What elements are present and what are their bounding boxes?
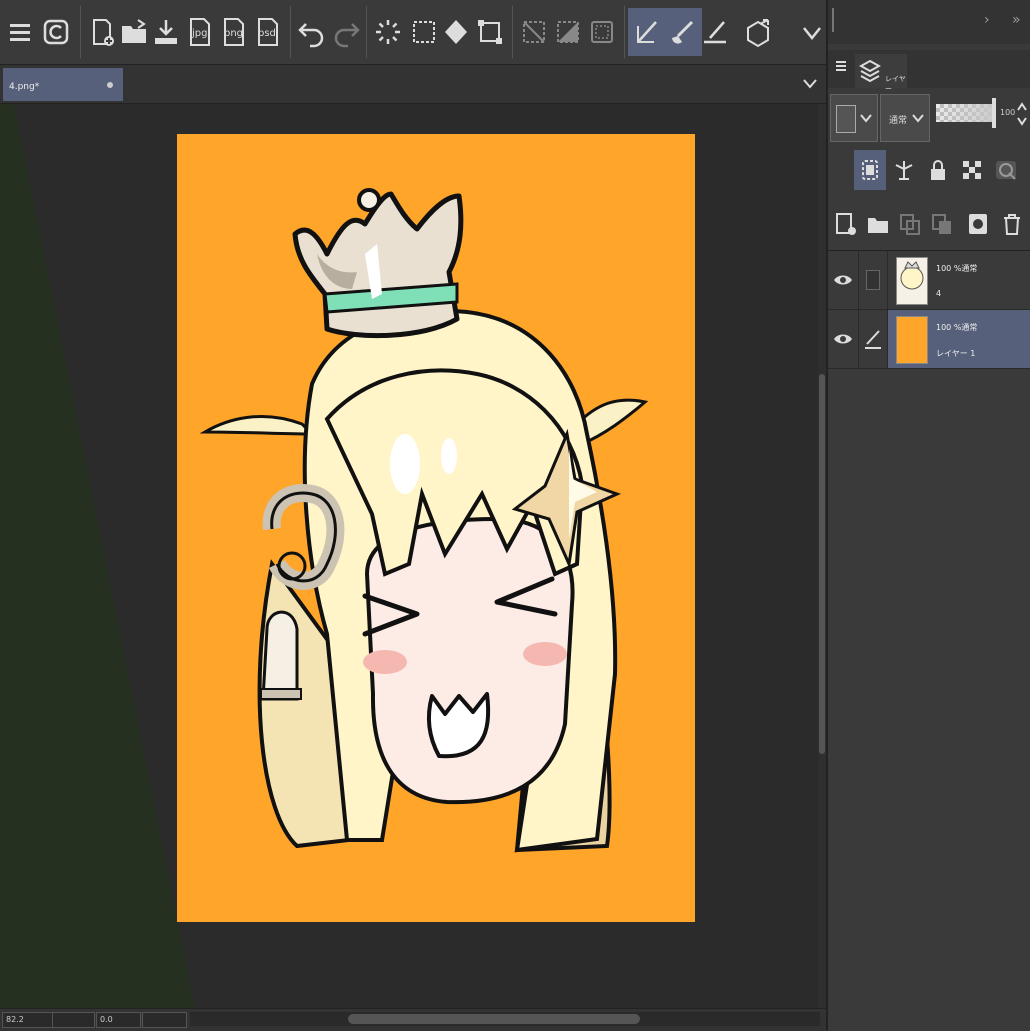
zoom-field[interactable]: 82.2 bbox=[2, 1012, 53, 1028]
layer-lock-toggle[interactable] bbox=[859, 251, 888, 309]
layer-mask-icon[interactable] bbox=[962, 204, 994, 244]
layer-body[interactable]: 100 %通常 4 bbox=[888, 251, 1030, 309]
collapse-chevron-icon[interactable]: › bbox=[984, 12, 990, 28]
blend-mode-dropdown[interactable]: 通常 bbox=[880, 94, 930, 142]
dock-grip[interactable] bbox=[832, 8, 834, 32]
new-folder-icon[interactable] bbox=[862, 204, 894, 244]
mask-enable-icon[interactable] bbox=[990, 150, 1022, 190]
visibility-eye-icon[interactable] bbox=[828, 310, 859, 368]
layer-tab-label: レイヤー bbox=[885, 75, 906, 93]
visibility-eye-icon[interactable] bbox=[828, 251, 859, 309]
layer-name: 4 bbox=[936, 289, 942, 298]
layer-name: レイヤー 1 bbox=[936, 349, 976, 358]
opacity-slider[interactable] bbox=[936, 104, 992, 122]
show-selection-icon[interactable] bbox=[582, 8, 622, 56]
tab-list-chevron-icon[interactable] bbox=[800, 73, 820, 97]
canvas-area[interactable] bbox=[0, 104, 818, 1008]
export-jpg-label: jpg bbox=[192, 28, 208, 39]
panel-dock-header: › » bbox=[828, 0, 1030, 44]
layer-info: 100 %通常 bbox=[936, 323, 978, 332]
main-toolbar: jpg png psd bbox=[0, 0, 826, 65]
transfer-down-icon[interactable] bbox=[894, 204, 926, 244]
layer-list: 100 %通常 4 100 %通常 レイヤー 1 bbox=[828, 250, 1030, 1031]
tab-layer[interactable]: レイヤー bbox=[855, 54, 907, 93]
rotation-field[interactable]: 0.0 bbox=[96, 1012, 141, 1028]
status-bar: 82.2 0.0 bbox=[0, 1008, 826, 1031]
layer-row[interactable]: 100 %通常 レイヤー 1 bbox=[828, 310, 1030, 369]
menu-icon[interactable] bbox=[0, 8, 40, 56]
panel-tab-strip: レイヤー bbox=[828, 50, 1030, 93]
layer-actions-row bbox=[828, 200, 1030, 244]
artboard[interactable] bbox=[177, 134, 695, 922]
opacity-stepper-icon[interactable] bbox=[1016, 100, 1028, 128]
loading-spinner-icon[interactable] bbox=[368, 8, 408, 56]
opacity-value[interactable]: 100 bbox=[1000, 108, 1015, 117]
export-psd-label: psd bbox=[258, 28, 276, 39]
collapse-all-chevron-icon[interactable]: » bbox=[1012, 12, 1021, 28]
lock-layer-icon[interactable] bbox=[922, 150, 954, 190]
layer-body[interactable]: 100 %通常 レイヤー 1 bbox=[888, 310, 1030, 368]
document-tab-bar: 4.png* bbox=[0, 65, 826, 104]
delete-layer-icon[interactable] bbox=[996, 204, 1028, 244]
layer-stack-icon bbox=[859, 59, 881, 83]
new-raster-layer-icon[interactable] bbox=[830, 204, 862, 244]
layer-thumbnail bbox=[896, 257, 928, 305]
transform-icon[interactable] bbox=[470, 8, 510, 56]
canvas-vertical-scrollbar[interactable] bbox=[818, 104, 826, 1008]
character-illustration bbox=[199, 188, 649, 853]
redo-icon[interactable] bbox=[326, 8, 366, 56]
layer-lock-row bbox=[828, 146, 1030, 194]
document-tab-name: 4.png* bbox=[9, 82, 40, 92]
right-panel: › » レイヤー 通常 100 100 %通常 4 100 %通常 レイヤー 1 bbox=[826, 0, 1030, 1031]
layer-properties-row: 通常 100 bbox=[828, 92, 1030, 144]
merge-down-icon[interactable] bbox=[926, 204, 958, 244]
lock-transparency-icon[interactable] bbox=[956, 150, 988, 190]
panel-menu-icon[interactable] bbox=[834, 58, 848, 78]
layer-color-dropdown[interactable] bbox=[830, 94, 878, 142]
layer-color-swatch bbox=[836, 105, 856, 133]
zoom-slider[interactable] bbox=[52, 1012, 95, 1028]
reference-layer-icon[interactable] bbox=[888, 150, 920, 190]
document-tab[interactable]: 4.png* bbox=[3, 68, 123, 101]
canvas-horizontal-scrollbar[interactable] bbox=[190, 1012, 820, 1026]
horizontal-scroll-thumb[interactable] bbox=[348, 1014, 640, 1024]
layer-info: 100 %通常 bbox=[936, 264, 978, 273]
layer-thumbnail bbox=[896, 316, 928, 364]
close-tab-icon[interactable] bbox=[107, 82, 113, 88]
rotation-slider[interactable] bbox=[142, 1012, 187, 1028]
eraser-tool-icon[interactable] bbox=[696, 8, 736, 56]
export-psd-button[interactable]: psd bbox=[248, 8, 288, 56]
vertical-scroll-thumb[interactable] bbox=[819, 374, 825, 754]
layer-row[interactable]: 100 %通常 4 bbox=[828, 251, 1030, 310]
edit-pen-icon[interactable] bbox=[859, 310, 888, 368]
clip-studio-logo-icon[interactable] bbox=[36, 8, 76, 56]
export-png-label: png bbox=[224, 28, 244, 39]
blend-mode-value: 通常 bbox=[889, 116, 908, 126]
share-cube-icon[interactable] bbox=[738, 8, 778, 56]
opacity-slider-handle[interactable] bbox=[992, 98, 996, 128]
clip-to-layer-below-icon[interactable] bbox=[854, 150, 886, 190]
